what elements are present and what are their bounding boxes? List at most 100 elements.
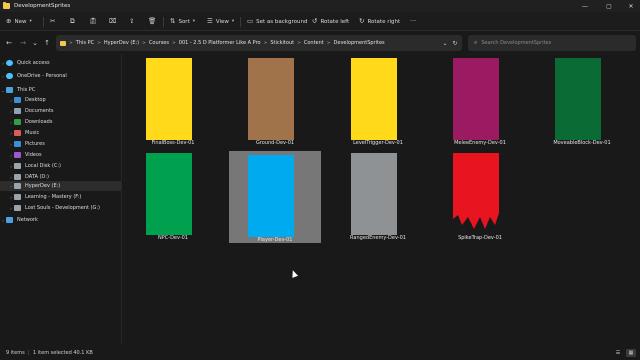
sidebar-item-label: Videos — [25, 152, 42, 158]
cut-icon: ✂ — [50, 17, 56, 26]
file-name: Player-Dev-01 — [257, 237, 293, 243]
file-tile[interactable]: LevelTrigger-Dev-01 — [332, 54, 424, 146]
breadcrumb-stickitout[interactable]: Stickitout — [270, 40, 294, 46]
drive-icon — [14, 174, 21, 180]
breadcrumb-this-pc[interactable]: This PC — [76, 40, 94, 46]
address-dropdown-button[interactable]: ⌄ — [440, 35, 450, 51]
sort-button[interactable]: ⇅ Sort ▾ — [170, 12, 195, 31]
file-tile[interactable]: NPC-Dev-01 — [127, 149, 219, 241]
crumb-separator: > — [97, 40, 101, 46]
sidebar-item-learning-mastery-f[interactable]: › Learning - Mastery (F:) — [0, 192, 121, 202]
new-label: New — [14, 18, 27, 25]
pictures-icon — [14, 141, 21, 147]
details-view-button[interactable]: ☰ — [613, 349, 623, 357]
sidebar-item-quick-access[interactable]: › Quick access — [0, 58, 121, 68]
set-as-background-button[interactable]: ▭ Set as background — [247, 12, 307, 31]
arrow-left-icon: ← — [6, 39, 12, 47]
status-bar: 9 items | 1 item selected 40.1 KB — [0, 346, 640, 360]
search-input[interactable]: ⌕ Search DevelopmentSprites — [468, 35, 636, 51]
sidebar-item-label: Quick access — [17, 60, 50, 66]
sidebar-item-network[interactable]: › Network — [0, 215, 121, 225]
breadcrumb-hyperdev[interactable]: HyperDev (E:) — [104, 40, 139, 46]
sidebar-item-downloads[interactable]: › Downloads — [0, 117, 121, 127]
more-options-button[interactable]: ··· — [410, 12, 416, 31]
new-button[interactable]: ⊕ New ▾ — [6, 12, 32, 31]
breadcrumb-course[interactable]: 001 - 2.5 D Platformer Like A Pro — [179, 40, 261, 46]
file-name: RangedEnemy-Dev-01 — [350, 235, 406, 241]
chevron-down-icon: ▾ — [29, 19, 32, 24]
cut-button[interactable]: ✂ — [50, 12, 55, 31]
view-icon: ☰ — [207, 17, 213, 26]
cloud-icon — [6, 73, 13, 79]
tiles-view-button[interactable]: ▦ — [626, 349, 636, 357]
sidebar-item-desktop[interactable]: › Desktop — [0, 95, 121, 105]
file-tile[interactable]: RangedEnemy-Dev-01 — [332, 149, 424, 241]
view-button[interactable]: ☰ View ▾ — [207, 12, 234, 31]
rotate-left-button[interactable]: ↺ Rotate left — [312, 12, 349, 31]
sidebar-item-hyperdev-e[interactable]: › HyperDev (E:) — [0, 181, 121, 191]
drive-icon — [14, 183, 21, 189]
paste-button[interactable]: 📋︎ — [89, 12, 97, 31]
breadcrumb-courses[interactable]: Courses — [149, 40, 169, 46]
recent-locations-button[interactable]: ⌄ — [29, 37, 41, 49]
file-name: SpikeTrap-Dev-01 — [458, 235, 502, 241]
navigation-pane: › Quick access › OneDrive - Personal ⌄ T… — [0, 54, 122, 345]
sidebar-item-pictures[interactable]: › Pictures — [0, 139, 121, 149]
search-placeholder: Search DevelopmentSprites — [481, 40, 552, 46]
sidebar-item-label: Local Disk (C:) — [25, 163, 61, 169]
desktop-icon — [14, 97, 21, 103]
set-as-background-label: Set as background — [256, 18, 308, 25]
sidebar-item-onedrive[interactable]: › OneDrive - Personal — [0, 71, 121, 81]
file-tile[interactable]: Ground-Dev-01 — [229, 54, 321, 146]
items-count: 9 items — [6, 350, 25, 356]
file-tile-selected[interactable]: Player-Dev-01 — [229, 151, 321, 243]
copy-button[interactable]: ⧉ — [70, 12, 75, 31]
drive-icon — [14, 163, 21, 169]
crumb-separator: > — [171, 40, 176, 46]
breadcrumb-content[interactable]: Content — [304, 40, 324, 46]
sidebar-item-documents[interactable]: › Documents — [0, 106, 121, 116]
rotate-right-button[interactable]: ↻ Rotate right — [359, 12, 400, 31]
sidebar-item-local-disk-c[interactable]: › Local Disk (C:) — [0, 161, 121, 171]
file-thumbnail — [555, 58, 601, 140]
sidebar-item-label: HyperDev (E:) — [25, 183, 61, 189]
arrow-right-icon: → — [20, 39, 26, 47]
sidebar-item-music[interactable]: › Music — [0, 128, 121, 138]
title-bar: DevelopmentSprites — [0, 0, 640, 12]
address-bar[interactable]: > This PC > HyperDev (E:) > Courses > 00… — [56, 35, 462, 51]
back-button[interactable]: ← — [3, 37, 15, 49]
crumb-separator: > — [297, 40, 301, 46]
downloads-icon — [14, 119, 21, 125]
chevron-down-icon: ▾ — [192, 19, 195, 24]
file-thumbnail — [453, 58, 499, 140]
close-button[interactable]: ✕ — [620, 0, 640, 12]
file-tile[interactable]: MoveableBlock-Dev-01 — [536, 54, 628, 146]
breadcrumb-developmentsprites[interactable]: DevelopmentSprites — [334, 40, 385, 46]
delete-button[interactable]: 🗑︎ — [148, 12, 156, 31]
rotate-right-label: Rotate right — [367, 18, 401, 25]
file-thumbnail — [248, 155, 294, 237]
sidebar-item-label: Desktop — [25, 97, 46, 103]
sidebar-item-label: DATA (D:) — [25, 174, 49, 180]
file-tile[interactable]: MeleeEnemy-Dev-01 — [434, 54, 526, 146]
sidebar-item-lost-souls-g[interactable]: › Lost Souls - Development (G:) — [0, 203, 121, 213]
share-button[interactable]: ⇪ — [129, 12, 134, 31]
sidebar-item-videos[interactable]: › Videos — [0, 150, 121, 160]
file-name: MoveableBlock-Dev-01 — [553, 140, 611, 146]
star-icon — [6, 60, 13, 66]
folder-icon — [3, 2, 10, 9]
view-toggle: ☰ ▦ — [613, 349, 636, 357]
crumb-separator: > — [326, 40, 331, 46]
chevron-down-icon: ⌄ — [32, 39, 38, 47]
rename-button[interactable]: ⌧ — [109, 12, 117, 31]
forward-button[interactable]: → — [17, 37, 29, 49]
sidebar-item-this-pc[interactable]: ⌄ This PC — [0, 85, 121, 95]
refresh-button[interactable]: ↻ — [450, 35, 460, 51]
file-tile[interactable]: SpikeTrap-Dev-01 — [434, 149, 526, 241]
file-tile[interactable]: FinalBoss-Dev-01 — [127, 54, 219, 146]
minimize-button[interactable]: — — [574, 0, 596, 12]
sort-label: Sort — [178, 18, 190, 25]
maximize-button[interactable]: ▢ — [598, 0, 620, 12]
toolbar-divider — [240, 17, 241, 27]
up-button[interactable]: ↑ — [41, 37, 53, 49]
